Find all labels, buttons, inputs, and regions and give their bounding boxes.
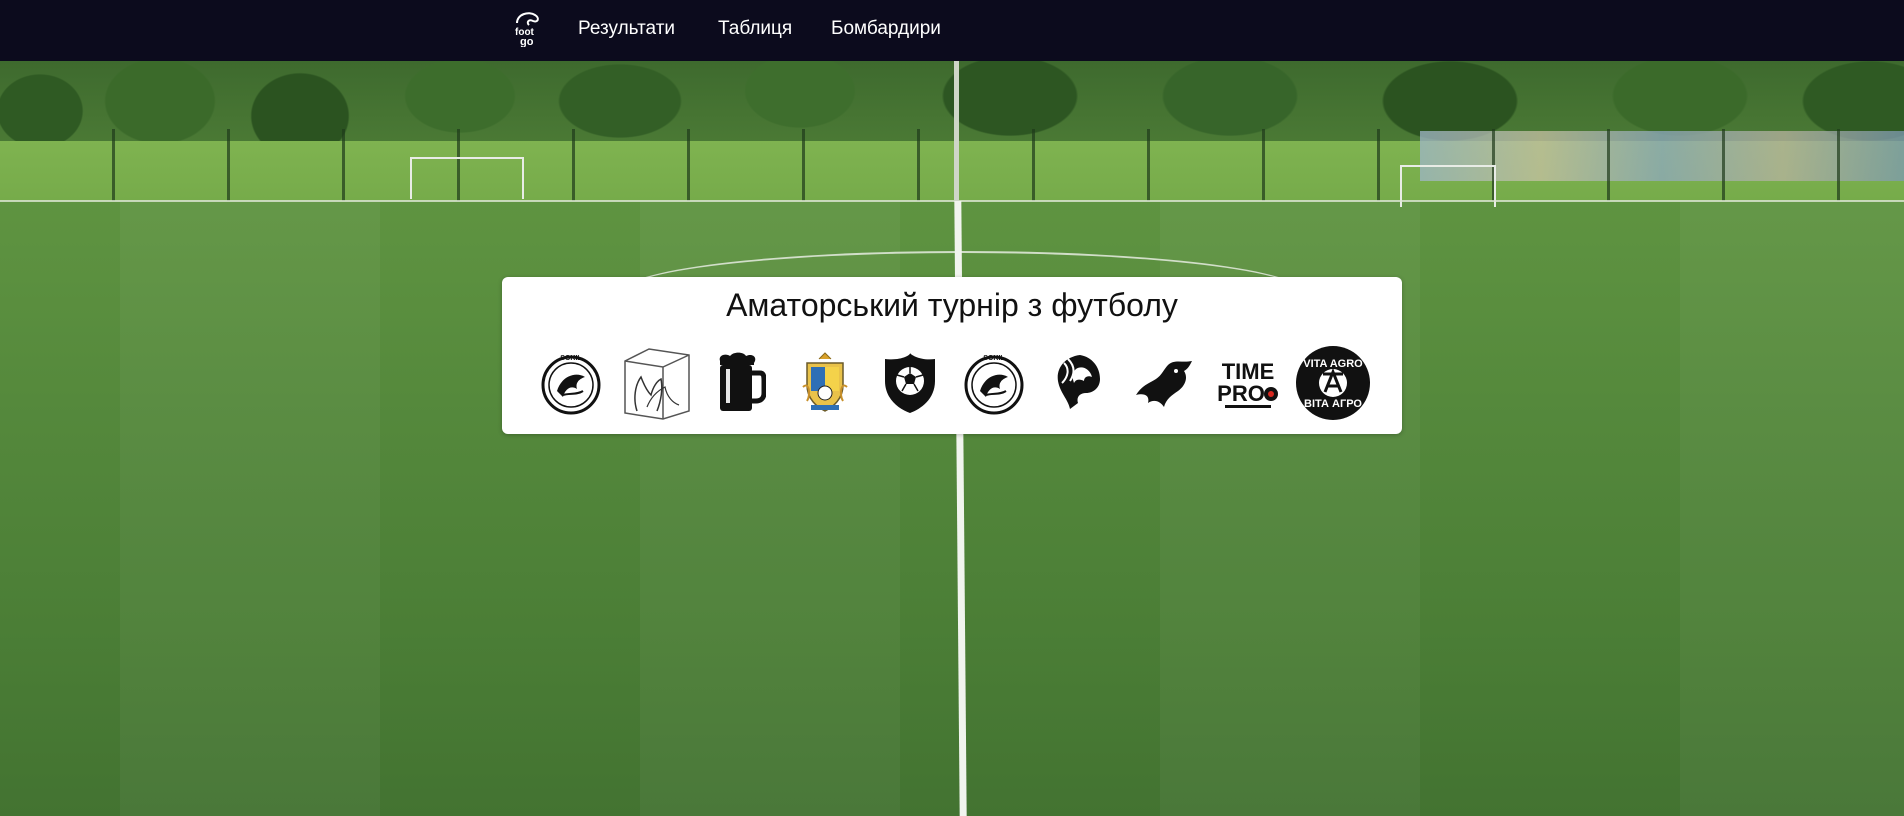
svg-text:PRO: PRO: [1217, 381, 1265, 406]
team-logo-lion[interactable]: [1040, 343, 1118, 423]
team-logo-beer[interactable]: [701, 343, 779, 423]
sokil-falcon-logo-icon: SOKIL: [541, 355, 601, 415]
tournament-card: Аматорський турнір з футболу SOKIL SOKIL…: [502, 277, 1402, 434]
team-logo-dragon[interactable]: [1125, 343, 1203, 423]
ball-shield-logo-icon: [884, 353, 935, 413]
team-logo-sokil-2[interactable]: SOKIL: [955, 343, 1033, 423]
lion-head-logo-icon: [1057, 355, 1100, 409]
nav-results-link[interactable]: Результати: [578, 18, 675, 40]
dragon-head-logo-icon: [1135, 361, 1192, 407]
top-navbar: foot go Результати Таблиця Бомбардири: [0, 0, 1904, 61]
team-logo-sokil[interactable]: SOKIL: [532, 343, 610, 423]
tournament-title: Аматорський турнір з футболу: [726, 287, 1178, 323]
shield-crest-logo-icon: [802, 352, 848, 412]
team-logo-timepro[interactable]: TIME PRO: [1209, 343, 1287, 423]
svg-text:VITA AGRO: VITA AGRO: [1303, 358, 1363, 370]
svg-text:ВІТА АГРО: ВІТА АГРО: [1304, 398, 1362, 410]
svg-text:SOKIL: SOKIL: [560, 355, 582, 362]
team-logo-ball-shield[interactable]: [871, 343, 949, 423]
touch-line: [0, 200, 1904, 202]
nav-table-link[interactable]: Таблиця: [718, 18, 792, 40]
team-logo-vita-agro[interactable]: VITA AGRO ВІТА АГРО: [1294, 343, 1372, 423]
svg-text:SOKIL: SOKIL: [984, 355, 1006, 362]
beer-mug-logo-icon: [719, 352, 767, 411]
vita-agro-logo-icon: VITA AGRO ВІТА АГРО: [1295, 346, 1370, 420]
timepro-logo-icon: TIME PRO: [1217, 359, 1279, 408]
team-logo-cube-hands[interactable]: [617, 343, 695, 423]
goal-left: [410, 157, 524, 199]
grass-stripe: [120, 201, 380, 816]
sokil-falcon-logo-icon: SOKIL: [964, 355, 1024, 415]
team-logos: SOKIL SOKIL TIME PRO VITA AGRO ВІТА АГРО: [532, 343, 1372, 423]
team-logo-crest[interactable]: [786, 343, 864, 423]
cube-hands-logo-icon: [623, 348, 690, 420]
nav-scorers-link[interactable]: Бомбардири: [831, 18, 941, 40]
grass-stripe: [1680, 201, 1904, 816]
hero-pitch-background: [0, 61, 1904, 816]
halfway-line-far: [954, 61, 959, 201]
svg-text:go: go: [520, 36, 534, 47]
brand-logo-icon[interactable]: foot go: [510, 8, 548, 48]
background-fence: [0, 129, 1904, 201]
